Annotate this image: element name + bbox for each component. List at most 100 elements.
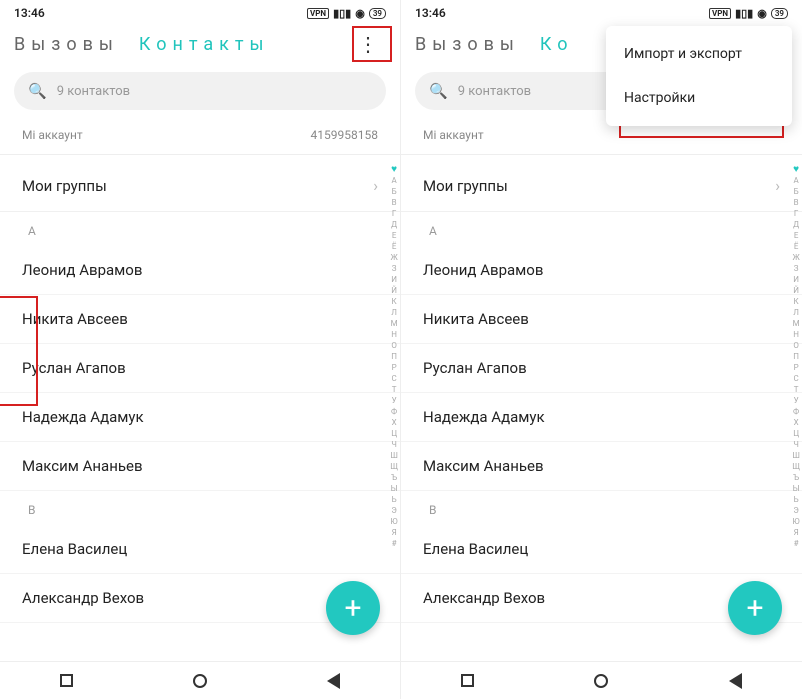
alpha-letter[interactable]: Н [793, 329, 799, 340]
favorites-icon[interactable]: ♥ [793, 164, 799, 175]
alpha-letter[interactable]: Щ [390, 461, 398, 472]
alpha-letter[interactable]: Ю [391, 516, 398, 527]
alpha-letter[interactable]: Д [391, 219, 397, 230]
alpha-letter[interactable]: Я [794, 527, 799, 538]
alpha-letter[interactable]: И [391, 274, 397, 285]
alpha-letter[interactable]: Ь [794, 494, 799, 505]
contact-item[interactable]: Никита Авсеев [0, 295, 400, 344]
alpha-letter[interactable]: Щ [792, 461, 800, 472]
alpha-letter[interactable]: Ь [392, 494, 397, 505]
menu-settings[interactable]: Настройки [606, 76, 792, 120]
alpha-letter[interactable]: О [391, 340, 397, 351]
alpha-letter[interactable]: Ё [392, 241, 397, 252]
my-groups-row[interactable]: Мои группы › [0, 160, 400, 212]
alpha-letter[interactable]: Ч [391, 439, 396, 450]
alpha-letter[interactable]: Н [391, 329, 397, 340]
alpha-letter[interactable]: В [392, 197, 397, 208]
contact-item[interactable]: Максим Ананьев [0, 442, 400, 491]
alpha-letter[interactable]: Э [793, 505, 798, 516]
alpha-letter[interactable]: З [794, 263, 799, 274]
account-row[interactable]: Mi аккаунт 4159958158 [0, 120, 400, 154]
alpha-letter[interactable]: И [793, 274, 799, 285]
alpha-letter[interactable]: Г [794, 208, 798, 219]
alpha-letter[interactable]: Ж [792, 252, 799, 263]
alpha-letter[interactable]: Х [794, 417, 799, 428]
alpha-letter[interactable]: Ъ [391, 472, 397, 483]
alpha-letter[interactable]: К [794, 296, 799, 307]
alpha-letter[interactable]: В [794, 197, 799, 208]
alpha-letter[interactable]: Ш [792, 450, 800, 461]
alpha-letter[interactable]: Ч [793, 439, 798, 450]
back-button[interactable] [327, 673, 340, 689]
alpha-letter[interactable]: Т [794, 384, 799, 395]
contact-item[interactable]: Елена Василец [401, 525, 802, 574]
tab-calls[interactable]: Вызовы [14, 34, 119, 55]
alpha-index[interactable]: ♥ АБВГДЕЁЖЗИЙКЛМНОПРСТУФХЦЧШЩЪЫЬЭЮЯ# [390, 164, 398, 549]
tab-calls[interactable]: Вызовы [415, 34, 520, 55]
alpha-letter[interactable]: А [392, 175, 397, 186]
alpha-letter[interactable]: Ы [793, 483, 800, 494]
menu-import-export[interactable]: Импорт и экспорт [606, 32, 792, 76]
alpha-letter[interactable]: Ж [390, 252, 397, 263]
alpha-letter[interactable]: Б [794, 186, 799, 197]
add-contact-fab[interactable]: + [326, 581, 380, 635]
contact-item[interactable]: Леонид Аврамов [401, 246, 802, 295]
alpha-letter[interactable]: Ю [793, 516, 800, 527]
contact-item[interactable]: Максим Ананьев [401, 442, 802, 491]
alpha-letter[interactable]: Ф [793, 406, 799, 417]
alpha-letter[interactable]: О [793, 340, 799, 351]
alpha-letter[interactable]: Х [392, 417, 397, 428]
my-groups-row[interactable]: Мои группы › [401, 160, 802, 212]
recents-button[interactable] [60, 674, 73, 687]
alpha-letter[interactable]: Ы [391, 483, 398, 494]
alpha-letter[interactable]: Й [793, 285, 799, 296]
tab-contacts[interactable]: Контакты [139, 34, 270, 55]
alpha-letter[interactable]: Д [793, 219, 799, 230]
alpha-index[interactable]: ♥ АБВГДЕЁЖЗИЙКЛМНОПРСТУФХЦЧШЩЪЫЬЭЮЯ# [792, 164, 800, 549]
alpha-letter[interactable]: А [794, 175, 799, 186]
contact-item[interactable]: Надежда Адамук [0, 393, 400, 442]
home-button[interactable] [193, 674, 207, 688]
contact-item[interactable]: Елена Василец [0, 525, 400, 574]
alpha-letter[interactable]: С [794, 373, 799, 384]
alpha-letter[interactable]: Р [392, 362, 397, 373]
alpha-letter[interactable]: Л [391, 307, 397, 318]
contact-item[interactable]: Леонид Аврамов [0, 246, 400, 295]
alpha-letter[interactable]: П [793, 351, 799, 362]
home-button[interactable] [594, 674, 608, 688]
recents-button[interactable] [461, 674, 474, 687]
alpha-letter[interactable]: С [392, 373, 397, 384]
alpha-letter[interactable]: Ъ [793, 472, 799, 483]
contact-item[interactable]: Руслан Агапов [401, 344, 802, 393]
add-contact-fab[interactable]: + [728, 581, 782, 635]
alpha-letter[interactable]: Б [392, 186, 397, 197]
alpha-letter[interactable]: Ш [390, 450, 398, 461]
alpha-letter[interactable]: К [392, 296, 397, 307]
alpha-letter[interactable]: З [392, 263, 397, 274]
contact-item[interactable]: Никита Авсеев [401, 295, 802, 344]
alpha-letter[interactable]: П [391, 351, 397, 362]
alpha-letter[interactable]: Э [391, 505, 396, 516]
alpha-letter[interactable]: Ё [794, 241, 799, 252]
alpha-letter[interactable]: М [793, 318, 800, 329]
alpha-letter[interactable]: # [392, 538, 397, 549]
alpha-letter[interactable]: М [391, 318, 398, 329]
alpha-letter[interactable]: # [794, 538, 799, 549]
alpha-letter[interactable]: Ц [793, 428, 799, 439]
alpha-letter[interactable]: Й [391, 285, 397, 296]
favorites-icon[interactable]: ♥ [391, 164, 397, 175]
contact-item[interactable]: Руслан Агапов [0, 344, 400, 393]
alpha-letter[interactable]: Е [794, 230, 799, 241]
overflow-menu-icon[interactable]: ⋮ [350, 30, 386, 58]
alpha-letter[interactable]: Е [392, 230, 397, 241]
alpha-letter[interactable]: Л [793, 307, 799, 318]
alpha-letter[interactable]: Т [392, 384, 397, 395]
alpha-letter[interactable]: Р [794, 362, 799, 373]
alpha-letter[interactable]: Ф [391, 406, 397, 417]
contact-item[interactable]: Надежда Адамук [401, 393, 802, 442]
tab-contacts[interactable]: Ко [540, 34, 574, 55]
alpha-letter[interactable]: Г [392, 208, 396, 219]
search-input[interactable]: 🔍 9 контактов [14, 72, 386, 110]
back-button[interactable] [729, 673, 742, 689]
alpha-letter[interactable]: У [794, 395, 799, 406]
